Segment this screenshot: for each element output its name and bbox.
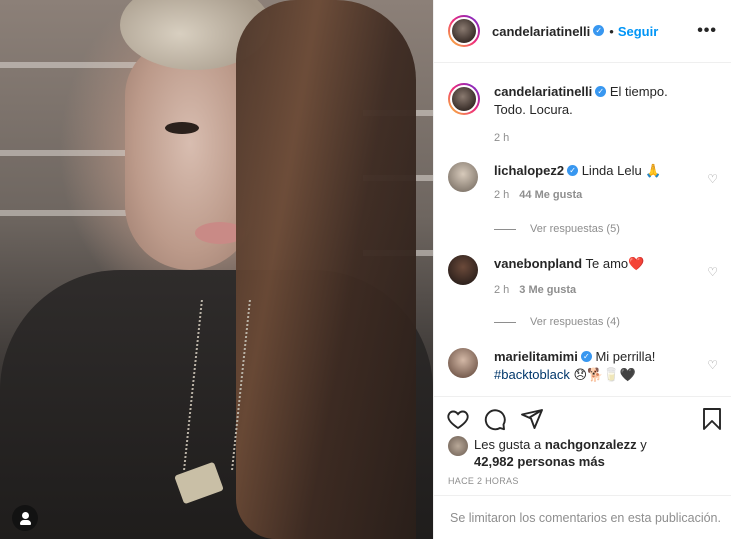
comments-limited-notice: Se limitaron los comentarios en esta pub… bbox=[434, 495, 731, 539]
more-options-icon[interactable]: ••• bbox=[697, 22, 717, 40]
post-time-ago[interactable]: HACE 2 HORAS bbox=[448, 476, 519, 486]
verified-badge-icon: ✓ bbox=[595, 86, 607, 98]
likes-count[interactable]: 42,982 personas más bbox=[474, 454, 605, 469]
like-comment-heart-icon[interactable]: ♡ bbox=[707, 358, 718, 372]
post-actions bbox=[434, 396, 731, 436]
comment-avatar[interactable] bbox=[448, 348, 478, 378]
author-avatar[interactable] bbox=[448, 15, 480, 47]
comments-list[interactable]: candelariatinelli ✓ El tiempo. Todo. Locu… bbox=[434, 64, 731, 394]
comment-likes[interactable]: 44 Me gusta bbox=[519, 189, 582, 201]
verified-badge-icon: ✓ bbox=[580, 351, 592, 363]
post-side-panel: candelariatinelli ✓ • Seguir ••• candela… bbox=[433, 0, 731, 539]
share-send-icon[interactable] bbox=[520, 407, 544, 431]
eye bbox=[165, 122, 199, 134]
author-avatar[interactable] bbox=[448, 83, 480, 115]
caption: candelariatinelli ✓ El tiempo. Todo. Locu… bbox=[448, 83, 718, 147]
comment-text: Te amo❤️ bbox=[585, 256, 645, 271]
comment-item: vanebonpland Te amo❤️ 2 h 3 Me gusta ♡ bbox=[448, 255, 718, 299]
comment-text: Linda Lelu 🙏 bbox=[581, 163, 662, 178]
verified-badge-icon: ✓ bbox=[567, 165, 579, 177]
comment-hashtag[interactable]: #backtoblack bbox=[494, 367, 570, 382]
like-comment-heart-icon[interactable]: ♡ bbox=[707, 265, 718, 279]
verified-badge-icon: ✓ bbox=[593, 24, 605, 36]
post-photo[interactable] bbox=[0, 0, 433, 539]
author-username[interactable]: candelariatinelli bbox=[492, 24, 590, 39]
comment-avatar[interactable] bbox=[448, 162, 478, 192]
comment-emojis: 😞🐕🥛🖤 bbox=[573, 367, 636, 382]
liker-avatar[interactable] bbox=[448, 436, 468, 456]
follow-button[interactable]: Seguir bbox=[618, 24, 658, 39]
comment-username[interactable]: marielitamimi bbox=[494, 349, 578, 364]
separator-dot: • bbox=[609, 23, 614, 39]
post-header: candelariatinelli ✓ • Seguir ••• bbox=[434, 0, 731, 63]
view-replies-label: Ver respuestas (4) bbox=[530, 316, 620, 328]
liker-username[interactable]: nachgonzalezz bbox=[545, 437, 637, 452]
likes-summary: Les gusta a nachgonzalezz y 42,982 perso… bbox=[448, 436, 674, 470]
comment-avatar[interactable] bbox=[448, 255, 478, 285]
hair bbox=[236, 0, 416, 539]
save-bookmark-icon[interactable] bbox=[700, 407, 724, 431]
like-heart-icon[interactable] bbox=[446, 407, 470, 431]
comment-time[interactable]: 2 h bbox=[494, 189, 509, 201]
view-replies-button[interactable]: Ver respuestas (5) bbox=[494, 223, 620, 235]
caption-username[interactable]: candelariatinelli bbox=[494, 84, 592, 99]
comment-username[interactable]: lichalopez2 bbox=[494, 163, 564, 178]
comment-likes[interactable]: 3 Me gusta bbox=[519, 284, 576, 296]
comment-bubble-icon[interactable] bbox=[483, 407, 507, 431]
shelf bbox=[0, 210, 140, 216]
likes-connector: y bbox=[640, 437, 647, 452]
likes-prefix: Les gusta a bbox=[474, 437, 542, 452]
comment-item: marielitamimi ✓ Mi perrilla! #backtoblack… bbox=[448, 348, 718, 384]
comment-text: Mi perrilla! bbox=[595, 349, 656, 364]
caption-time[interactable]: 2 h bbox=[494, 132, 509, 144]
view-replies-button[interactable]: Ver respuestas (4) bbox=[494, 316, 620, 328]
user-tag-icon[interactable] bbox=[12, 505, 38, 531]
like-comment-heart-icon[interactable]: ♡ bbox=[707, 172, 718, 186]
shelf bbox=[0, 150, 140, 156]
comment-item: lichalopez2 ✓ Linda Lelu 🙏 2 h 44 Me gusta… bbox=[448, 162, 718, 204]
comment-time[interactable]: 2 h bbox=[494, 284, 509, 296]
shelf bbox=[0, 62, 140, 68]
view-replies-label: Ver respuestas (5) bbox=[530, 223, 620, 235]
comment-username[interactable]: vanebonpland bbox=[494, 256, 582, 271]
